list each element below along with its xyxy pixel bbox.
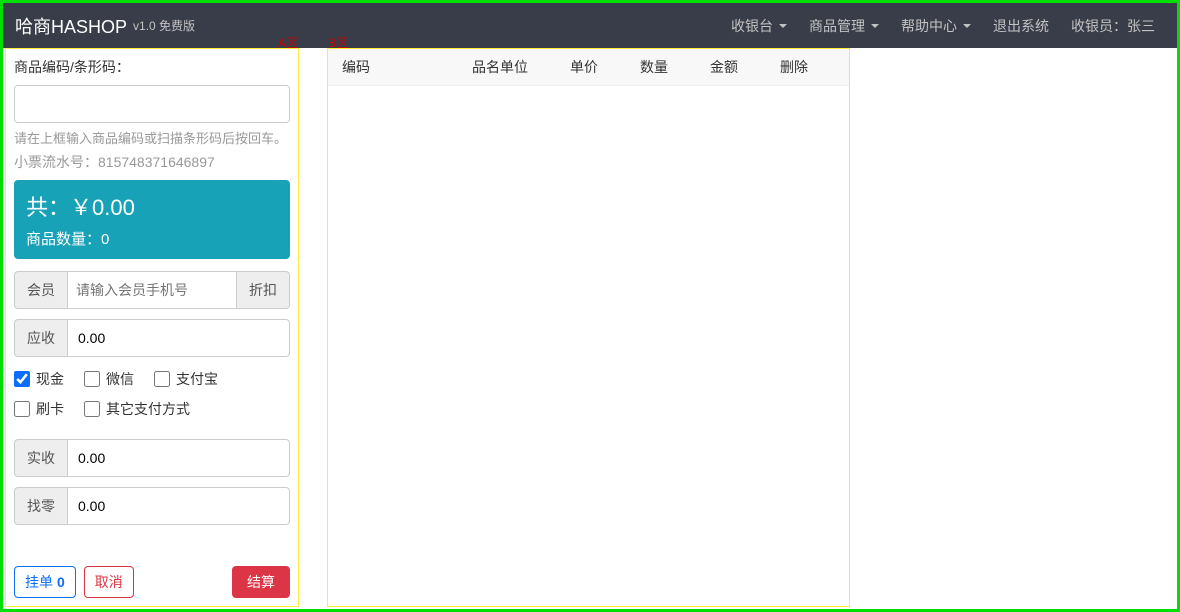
chevron-down-icon bbox=[871, 24, 879, 28]
change-group: 找零 bbox=[14, 487, 290, 525]
nav-cashier[interactable]: 收银台 bbox=[721, 3, 797, 48]
total-prefix: 共：￥ bbox=[26, 195, 92, 220]
chevron-down-icon bbox=[779, 24, 787, 28]
pay-cash-checkbox[interactable] bbox=[14, 371, 30, 387]
change-addon: 找零 bbox=[14, 487, 67, 525]
pay-alipay-check[interactable]: 支付宝 bbox=[154, 369, 218, 389]
count-value: 0 bbox=[101, 231, 109, 248]
barcode-label: 商品编码/条形码： bbox=[14, 57, 290, 77]
count-prefix: 商品数量： bbox=[26, 231, 101, 248]
nav-help-label: 帮助中心 bbox=[901, 16, 957, 36]
actual-addon: 实收 bbox=[14, 439, 67, 477]
col-code: 编码 bbox=[342, 57, 472, 77]
nav-right: 收银台 商品管理 帮助中心 退出系统 收银员：张三 bbox=[721, 3, 1165, 48]
pay-card-checkbox[interactable] bbox=[14, 401, 30, 417]
brand-version: v1.0 免费版 bbox=[133, 17, 195, 34]
pay-card-check[interactable]: 刷卡 bbox=[14, 399, 64, 419]
receivable-group: 应收 bbox=[14, 319, 290, 357]
col-qty: 数量 bbox=[640, 57, 710, 77]
cart-table-header: 编码 品名 单位 单价 数量 金额 删除 bbox=[328, 49, 849, 86]
zone-a-label: A区 bbox=[278, 34, 298, 51]
pay-card-label: 刷卡 bbox=[36, 399, 64, 419]
settle-button[interactable]: 结算 bbox=[232, 566, 290, 598]
nav-product-manage[interactable]: 商品管理 bbox=[799, 3, 889, 48]
nav-product-label: 商品管理 bbox=[809, 16, 865, 36]
nav-logout[interactable]: 退出系统 bbox=[983, 3, 1059, 48]
navbar: 哈商HASHOP v1.0 免费版 收银台 商品管理 帮助中心 退出系统 收银员… bbox=[3, 3, 1177, 48]
col-unit: 单位 bbox=[500, 57, 570, 77]
chevron-down-icon bbox=[963, 24, 971, 28]
nav-logout-label: 退出系统 bbox=[993, 16, 1049, 36]
hold-order-label: 挂单 bbox=[25, 572, 53, 592]
nav-cashier-label: 收银台 bbox=[731, 16, 773, 36]
pay-other-checkbox[interactable] bbox=[84, 401, 100, 417]
member-addon[interactable]: 会员 bbox=[14, 271, 67, 309]
col-delete: 删除 bbox=[780, 57, 835, 77]
hold-order-count: 0 bbox=[57, 574, 65, 590]
hold-order-button[interactable]: 挂单 0 bbox=[14, 566, 76, 598]
cancel-button[interactable]: 取消 bbox=[84, 566, 134, 598]
nav-help-center[interactable]: 帮助中心 bbox=[891, 3, 981, 48]
zone-b-label: B区 bbox=[328, 34, 348, 51]
pay-cash-label: 现金 bbox=[36, 369, 64, 389]
pay-wechat-label: 微信 bbox=[106, 369, 134, 389]
total-box: 共：￥0.00 商品数量：0 bbox=[14, 180, 290, 259]
pay-other-check[interactable]: 其它支付方式 bbox=[84, 399, 190, 419]
change-input[interactable] bbox=[67, 487, 290, 525]
actual-input[interactable] bbox=[67, 439, 290, 477]
payment-methods: 现金 微信 支付宝 刷卡 其它支付方式 bbox=[14, 369, 290, 429]
discount-addon[interactable]: 折扣 bbox=[237, 271, 290, 309]
pay-wechat-checkbox[interactable] bbox=[84, 371, 100, 387]
barcode-input[interactable] bbox=[14, 85, 290, 123]
col-amount: 金额 bbox=[710, 57, 780, 77]
cashier-name-label: 收银员：张三 bbox=[1071, 16, 1155, 36]
total-value: 0.00 bbox=[92, 195, 135, 220]
col-price: 单价 bbox=[570, 57, 640, 77]
nav-cashier-name: 收银员：张三 bbox=[1061, 3, 1165, 48]
col-name: 品名 bbox=[472, 57, 500, 77]
serial-prefix: 小票流水号： bbox=[14, 154, 98, 170]
member-phone-input[interactable] bbox=[67, 271, 237, 309]
panel-a: A区 商品编码/条形码： 请在上框输入商品编码或扫描条形码后按回车。 小票流水号… bbox=[5, 48, 299, 607]
pay-wechat-check[interactable]: 微信 bbox=[84, 369, 134, 389]
actual-receive-group: 实收 bbox=[14, 439, 290, 477]
pay-alipay-label: 支付宝 bbox=[176, 369, 218, 389]
member-input-group: 会员 折扣 bbox=[14, 271, 290, 309]
serial-number-line: 小票流水号：815748371646897 bbox=[14, 152, 290, 172]
receivable-input[interactable] bbox=[67, 319, 290, 357]
action-button-row: 挂单 0 取消 结算 bbox=[14, 554, 290, 598]
barcode-help-text: 请在上框输入商品编码或扫描条形码后按回车。 bbox=[14, 129, 290, 150]
pay-other-label: 其它支付方式 bbox=[106, 399, 190, 419]
total-amount-line: 共：￥0.00 bbox=[26, 190, 278, 222]
pay-alipay-checkbox[interactable] bbox=[154, 371, 170, 387]
panel-b: B区 编码 品名 单位 单价 数量 金额 删除 bbox=[327, 48, 850, 607]
receivable-addon: 应收 bbox=[14, 319, 67, 357]
panel-gap bbox=[299, 48, 327, 607]
pay-cash-check[interactable]: 现金 bbox=[14, 369, 64, 389]
serial-number: 815748371646897 bbox=[98, 154, 215, 170]
brand-title: 哈商HASHOP bbox=[15, 13, 127, 39]
item-count-line: 商品数量：0 bbox=[26, 228, 278, 249]
content: A区 商品编码/条形码： 请在上框输入商品编码或扫描条形码后按回车。 小票流水号… bbox=[3, 48, 1177, 609]
